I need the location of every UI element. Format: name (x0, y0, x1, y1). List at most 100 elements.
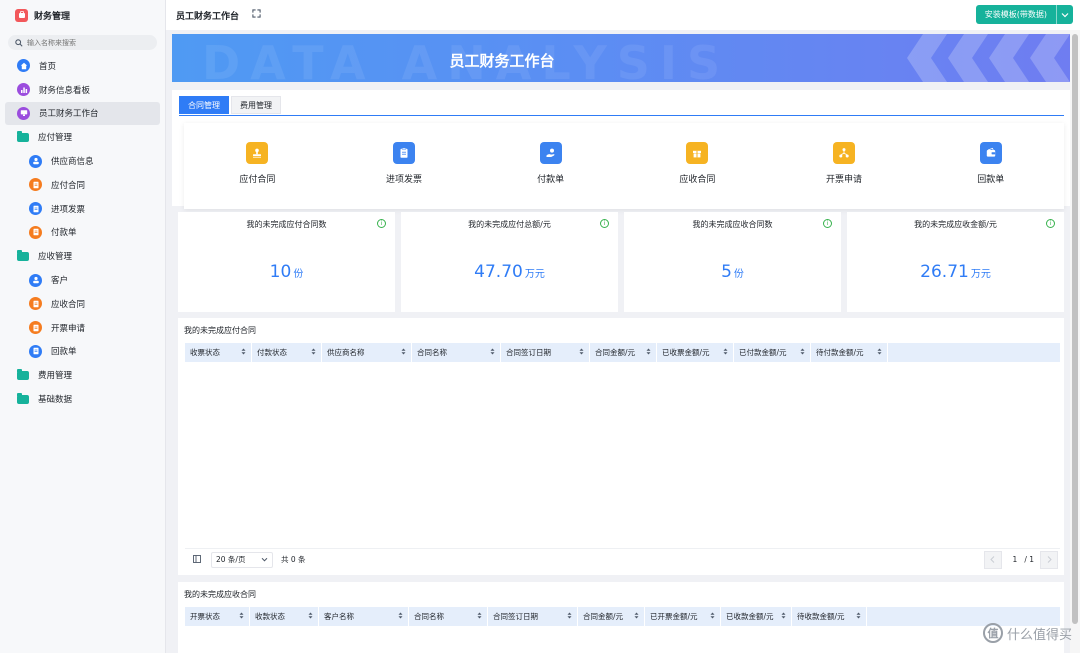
sidebar-item[interactable]: 应付合同 (5, 173, 160, 197)
sort-icon[interactable] (490, 348, 495, 357)
sidebar-item[interactable]: 回款单 (5, 340, 160, 364)
column-header[interactable]: 已收票金额/元 (657, 343, 734, 362)
sidebar-item[interactable]: 开票申请 (5, 316, 160, 340)
shortcut-grid: 应付合同 进项发票 付款单 应收合同 开票申请 回款单 (184, 123, 1064, 209)
stat-value: 5份 (624, 262, 841, 282)
sidebar-item[interactable]: 基础数据 (5, 387, 160, 411)
column-settings-icon[interactable] (193, 554, 201, 565)
shortcut-label: 应收合同 (679, 175, 716, 185)
column-header[interactable]: 客户名称 (319, 607, 409, 626)
install-dropdown-button[interactable] (1056, 5, 1073, 24)
sort-icon[interactable] (723, 348, 728, 357)
sidebar-item[interactable]: 费用管理 (5, 363, 160, 387)
info-icon[interactable]: i (600, 219, 609, 228)
shortcut-label: 应付合同 (239, 175, 276, 185)
sort-icon[interactable] (800, 348, 805, 357)
column-header[interactable]: 合同金额/元 (590, 343, 657, 362)
sort-icon[interactable] (241, 348, 246, 357)
column-header[interactable]: 付款状态 (252, 343, 322, 362)
scrollbar-thumb[interactable] (1072, 34, 1078, 624)
column-header[interactable]: 收款状态 (250, 607, 319, 626)
sidebar-item[interactable]: 供应商信息 (5, 149, 160, 173)
shortcut-item[interactable]: 回款单 (917, 123, 1064, 209)
sidebar-item[interactable]: 应收管理 (5, 244, 160, 268)
banner-chevron-decoration (907, 34, 947, 82)
sort-icon[interactable] (579, 348, 584, 357)
info-icon[interactable]: i (823, 219, 832, 228)
payment-icon (29, 225, 42, 239)
sort-icon[interactable] (311, 348, 316, 357)
column-header[interactable]: 开票状态 (185, 607, 250, 626)
column-header[interactable]: 待收款金额/元 (792, 607, 867, 626)
column-header[interactable]: 供应商名称 (322, 343, 412, 362)
column-header-label: 供应商名称 (327, 348, 365, 357)
install-template-button[interactable]: 安装模板(带数据) (975, 5, 1056, 24)
sort-icon[interactable] (877, 348, 882, 357)
tab[interactable]: 费用管理 (231, 96, 281, 114)
shortcut-item[interactable]: 应收合同 (624, 123, 771, 209)
sort-icon[interactable] (710, 612, 715, 621)
sidebar-item[interactable]: 进项发票 (5, 197, 160, 221)
column-header-label: 已收票金额/元 (662, 348, 710, 357)
sort-icon[interactable] (239, 612, 244, 621)
info-icon[interactable]: i (1046, 219, 1055, 228)
info-icon[interactable]: i (377, 219, 386, 228)
column-header[interactable]: 合同签订日期 (501, 343, 590, 362)
column-header[interactable]: 合同签订日期 (488, 607, 578, 626)
receivable-table-title: 我的未完成应收合同 (184, 590, 256, 599)
page-size-select[interactable]: 20 条/页 (211, 551, 273, 568)
app-header: 财务管理 (0, 0, 165, 30)
banner-chevron-decoration (1030, 34, 1070, 82)
column-header[interactable]: 收票状态 (185, 343, 252, 362)
sort-icon[interactable] (401, 348, 406, 357)
sidebar-item-label: 供应商信息 (51, 157, 94, 168)
next-page-button[interactable] (1040, 550, 1058, 569)
sort-icon[interactable] (477, 612, 482, 621)
sort-icon[interactable] (308, 612, 313, 621)
sort-icon[interactable] (634, 612, 639, 621)
sidebar-item-label: 客户 (51, 276, 69, 287)
current-page[interactable]: 1 (1013, 555, 1018, 564)
app-title: 财务管理 (34, 11, 71, 22)
sort-icon[interactable] (567, 612, 572, 621)
column-header-label: 已开票金额/元 (650, 612, 698, 621)
site-watermark: 值 什么值得买 (982, 623, 1072, 643)
payable-table-title: 我的未完成应付合同 (184, 326, 256, 335)
shortcut-item[interactable]: 应付合同 (184, 123, 331, 209)
sort-icon[interactable] (646, 348, 651, 357)
receivable-table-panel: 我的未完成应收合同 开票状态 收款状态 客户名称 合同名称 合同签订日期 合同金额/元 已开… (178, 582, 1064, 653)
column-header[interactable]: 已收款金额/元 (721, 607, 792, 626)
column-header[interactable]: 合同金额/元 (578, 607, 645, 626)
sidebar-item[interactable]: 首页 (5, 54, 160, 78)
search-box[interactable] (8, 35, 157, 50)
shortcut-label: 回款单 (977, 175, 1005, 185)
sort-icon[interactable] (856, 612, 861, 621)
column-header[interactable]: 待付款金额/元 (811, 343, 888, 362)
sidebar-item[interactable]: 付款单 (5, 221, 160, 245)
sidebar-item[interactable]: 客户 (5, 268, 160, 292)
shortcut-item[interactable]: 开票申请 (771, 123, 918, 209)
stat-title: 我的未完成应付总额/元 (468, 220, 551, 229)
search-input[interactable] (27, 38, 147, 47)
fullscreen-icon[interactable] (252, 9, 261, 21)
total-count: 共 0 条 (281, 555, 306, 564)
sidebar-item[interactable]: 应付管理 (5, 125, 160, 149)
column-header-label: 已付款金额/元 (739, 348, 787, 357)
sidebar-item-label: 首页 (39, 61, 57, 72)
column-header[interactable]: 已开票金额/元 (645, 607, 721, 626)
vertical-scrollbar[interactable] (1070, 30, 1080, 653)
sort-icon[interactable] (781, 612, 786, 621)
column-header[interactable]: 合同名称 (409, 607, 488, 626)
shortcut-item[interactable]: 付款单 (477, 123, 624, 209)
tab[interactable]: 合同管理 (179, 96, 229, 114)
sidebar-item-label: 应付合同 (51, 180, 86, 191)
sidebar-item[interactable]: 应收合同 (5, 292, 160, 316)
shortcut-item[interactable]: 进项发票 (331, 123, 478, 209)
column-header[interactable]: 合同名称 (412, 343, 501, 362)
sort-icon[interactable] (398, 612, 403, 621)
column-header[interactable]: 已付款金额/元 (734, 343, 811, 362)
sidebar-item[interactable]: 财务信息看板 (5, 78, 160, 102)
prev-page-button[interactable] (983, 550, 1002, 569)
sidebar-item[interactable]: 员工财务工作台 (5, 101, 160, 126)
total-pages: / 1 (1024, 555, 1034, 564)
